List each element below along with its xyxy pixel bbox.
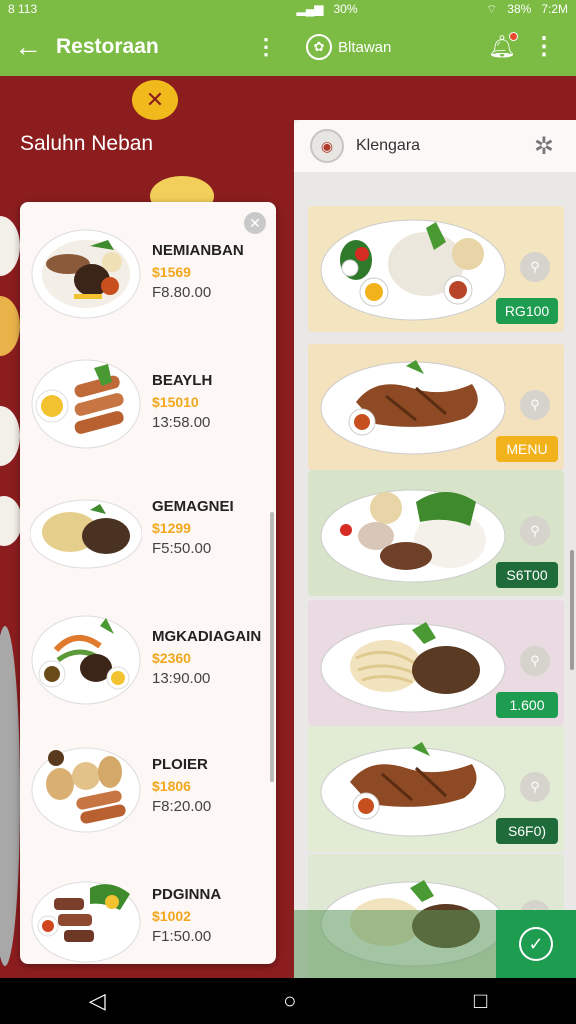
back-button[interactable]: ← xyxy=(0,18,56,76)
battery-left: 30% xyxy=(333,2,358,16)
notification-dot xyxy=(509,32,518,41)
price-tag: 1.600 xyxy=(496,692,558,718)
menu-item-sub: 13:58.00 xyxy=(152,414,211,431)
status-bar: 8 113 ▂▄▆ 30% ⌔ 38% 7:2M xyxy=(0,0,576,18)
menu-scrollbar[interactable] xyxy=(270,512,274,782)
menu-item-name: PLOIER xyxy=(152,756,208,773)
menu-item[interactable]: BEAYLH $15010 13:58.00 xyxy=(20,342,276,462)
restaurant-logo-icon: ✿ xyxy=(306,34,332,60)
price-tag: RG100 xyxy=(496,298,558,324)
system-nav-bar: ◁ ○ □ xyxy=(0,978,576,1024)
background-dish xyxy=(0,296,20,356)
background-dish xyxy=(0,216,20,276)
menu-item-price: $15010 xyxy=(152,394,199,410)
menu-item[interactable]: GEMAGNEI $1299 F5:50.00 xyxy=(20,468,276,588)
brand-name: Bltawan xyxy=(338,38,392,56)
battery-right: 38% xyxy=(507,1,532,16)
favorite-icon[interactable]: ⚲ xyxy=(520,772,550,802)
price-tag: S6T00 xyxy=(496,562,558,588)
panel-scrollbar[interactable] xyxy=(570,550,574,670)
restaurant-name: Saluhn Neban xyxy=(20,132,154,155)
overflow-menu-button[interactable]: ⋮ xyxy=(532,32,556,61)
arrow-left-icon: ← xyxy=(14,31,42,62)
nav-recents-icon[interactable]: □ xyxy=(474,988,487,1014)
dish-card[interactable]: ⚲ S6T00 xyxy=(308,470,564,596)
rice-plate-icon xyxy=(30,499,142,569)
signal-icon: ▂▄▆ xyxy=(296,2,324,16)
menu-item-name: GEMAGNEI xyxy=(152,498,234,515)
favorite-icon[interactable]: ⚲ xyxy=(520,252,550,282)
menu-item-name: MGKADIAGAIN xyxy=(152,628,262,645)
more-vertical-button[interactable]: ⋮ xyxy=(246,34,286,60)
nav-back-icon[interactable]: ◁ xyxy=(89,988,106,1014)
price-tag: S6F0) xyxy=(496,818,558,844)
notification-button[interactable]: 🔔︎ xyxy=(488,32,518,62)
nav-home-icon[interactable]: ○ xyxy=(283,988,296,1014)
menu-item-name: NEMIANBAN xyxy=(152,242,244,259)
confirm-button[interactable]: ✓ xyxy=(496,910,576,978)
price-tag: MENU xyxy=(496,436,558,462)
menu-item-price: $2360 xyxy=(152,650,191,666)
panel-title: Klengara xyxy=(356,137,421,154)
grilled-chicken-icon xyxy=(320,742,506,837)
favorite-icon[interactable]: ⚲ xyxy=(520,516,550,546)
menu-item-price: $1569 xyxy=(152,264,191,280)
menu-item-name: PDGINNA xyxy=(152,886,222,903)
rice-dish-icon xyxy=(320,219,506,321)
wifi-icon: ⌔ xyxy=(486,1,498,16)
bottom-overlay xyxy=(294,910,496,978)
check-icon: ✓ xyxy=(519,927,553,961)
overflow-icon: ⋮ xyxy=(532,33,556,60)
mixed-plate-icon xyxy=(320,489,506,583)
menu-item[interactable]: NEMIANBAN $1569 F8.80.00 xyxy=(20,212,276,332)
favorite-icon[interactable]: ⚲ xyxy=(520,390,550,420)
status-time-right: 7:2M xyxy=(541,1,568,16)
app-title: Restoraan xyxy=(56,35,159,58)
veggie-plate-icon xyxy=(31,615,141,705)
dish-panel: ◉ Klengara ✲ ⚲ RG100 ⚲ MENU ⚲ S6T00 ⚲ 1.… xyxy=(294,120,576,980)
menu-item[interactable]: MGKADIAGAIN $2360 13:90.00 xyxy=(20,598,276,718)
background-dish xyxy=(0,496,22,546)
app-bar: ← Restoraan ⋮ ✿ Bltawan 🔔︎ ⋮ xyxy=(0,18,576,76)
menu-item-price: $1806 xyxy=(152,778,191,794)
dish-card[interactable]: ⚲ 1.600 xyxy=(308,600,564,726)
grilled-chicken-icon xyxy=(320,360,506,455)
menu-item-price: $1299 xyxy=(152,520,191,536)
noodle-dish-icon xyxy=(320,622,506,713)
background-panel xyxy=(0,626,20,966)
star-settings-icon[interactable]: ✲ xyxy=(534,132,554,161)
menu-item-sub: 13:90.00 xyxy=(152,670,211,687)
menu-item-sub: F8.80.00 xyxy=(152,284,212,301)
panel-header: ◉ Klengara ✲ xyxy=(294,120,576,172)
sausage-plate-icon xyxy=(31,229,141,319)
menu-item-sub: F8:20.00 xyxy=(152,798,212,815)
grilled-plate-icon xyxy=(31,359,141,449)
menu-list-card: ✕ NEMIANBAN $1569 F8.80.00 BEAYLH $15010 xyxy=(20,202,276,964)
menu-item[interactable]: PLOIER $1806 F8:20.00 xyxy=(20,726,276,846)
menu-item-sub: F5:50.00 xyxy=(152,540,212,557)
background-dish xyxy=(0,406,20,466)
menu-item-price: $1002 xyxy=(152,908,191,924)
dish-card[interactable]: ⚲ RG100 xyxy=(308,206,564,332)
menu-item[interactable]: PDGINNA $1002 F1:50.00 xyxy=(20,856,276,964)
skewer-plate-icon xyxy=(31,881,141,963)
status-time: 8 113 xyxy=(8,2,38,16)
favorite-icon[interactable]: ⚲ xyxy=(520,646,550,676)
rolls-plate-icon xyxy=(31,747,141,833)
dish-card[interactable]: ⚲ MENU xyxy=(308,344,564,470)
restaurant-emblem-icon: ✕ xyxy=(132,80,178,120)
restaurant-logo-icon: ◉ xyxy=(310,129,344,163)
dish-card[interactable]: ⚲ S6F0) xyxy=(308,726,564,852)
menu-item-name: BEAYLH xyxy=(152,372,213,389)
menu-item-sub: F1:50.00 xyxy=(152,928,212,945)
brand[interactable]: ✿ Bltawan xyxy=(306,34,391,60)
